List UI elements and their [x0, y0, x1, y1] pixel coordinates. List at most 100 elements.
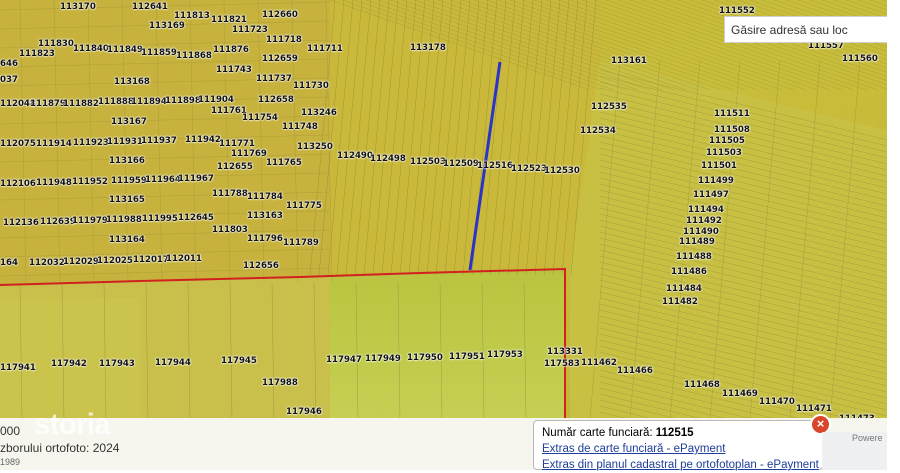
parcel-label[interactable]: 111849: [107, 46, 143, 55]
parcel-label[interactable]: 112017: [133, 256, 169, 265]
parcel-label[interactable]: 111813: [174, 12, 210, 21]
close-icon[interactable]: ×: [812, 416, 829, 433]
parcel-label[interactable]: 112523: [511, 165, 547, 174]
parcel-label[interactable]: 113170: [60, 3, 96, 12]
parcel-label[interactable]: 112509: [443, 160, 479, 169]
parcel-label[interactable]: 111471: [796, 405, 832, 414]
parcel-label[interactable]: 646: [0, 60, 18, 69]
parcel-label[interactable]: 112490: [337, 152, 373, 161]
parcel-label[interactable]: 111882: [63, 100, 99, 109]
parcel-label[interactable]: 111879: [30, 100, 66, 109]
parcel-label[interactable]: 111995: [142, 215, 178, 224]
parcel-label[interactable]: 111923: [73, 139, 109, 148]
parcel-label[interactable]: 111552: [719, 7, 755, 16]
parcel-label[interactable]: 117944: [155, 359, 191, 368]
parcel-label[interactable]: 111754: [242, 114, 278, 123]
parcel-label[interactable]: 112535: [591, 103, 627, 112]
parcel-label[interactable]: 111952: [72, 178, 108, 187]
parcel-label[interactable]: 112530: [544, 167, 580, 176]
parcel-label[interactable]: 111723: [232, 26, 268, 35]
parcel-label[interactable]: 113164: [109, 236, 145, 245]
parcel-label[interactable]: 164: [0, 259, 18, 268]
parcel-label[interactable]: 111499: [698, 177, 734, 186]
parcel-label[interactable]: 111931: [107, 138, 143, 147]
parcel-label[interactable]: 117942: [51, 360, 87, 369]
parcel-label[interactable]: 111711: [307, 45, 343, 54]
parcel-label[interactable]: 112660: [262, 11, 298, 20]
map-canvas[interactable]: 113170 112641 111813 111821 112660 113169 1117…: [0, 0, 887, 418]
parcel-label[interactable]: 111508: [714, 126, 750, 135]
parcel-label[interactable]: 111988: [106, 216, 142, 225]
parcel-label[interactable]: 112656: [243, 262, 279, 271]
parcel-label[interactable]: 112029: [63, 258, 99, 267]
parcel-label[interactable]: 112032: [29, 259, 65, 268]
parcel-label[interactable]: 112025: [97, 257, 133, 266]
parcel-label[interactable]: 111876: [213, 46, 249, 55]
parcel-label[interactable]: 111489: [679, 238, 715, 247]
parcel-label[interactable]: 113165: [109, 196, 145, 205]
parcel-label[interactable]: 112659: [262, 55, 298, 64]
extras-plan-link[interactable]: Extras din planul cadastral pe ortofotop…: [542, 459, 819, 471]
parcel-label[interactable]: 117583: [544, 360, 580, 369]
search-input[interactable]: Găsire adresă sau loc: [724, 16, 887, 43]
parcel-label[interactable]: 112011: [166, 255, 202, 264]
parcel-label[interactable]: 111821: [211, 16, 247, 25]
parcel-label[interactable]: 111775: [286, 202, 322, 211]
parcel-label[interactable]: 117950: [407, 354, 443, 363]
parcel-label[interactable]: 111718: [266, 36, 302, 45]
parcel-label[interactable]: 111840: [73, 45, 109, 54]
parcel-label[interactable]: 111557: [808, 42, 844, 51]
parcel-label[interactable]: 113246: [301, 109, 337, 118]
parcel-label[interactable]: 111730: [293, 82, 329, 91]
parcel-label[interactable]: 111505: [709, 137, 745, 146]
parcel-label[interactable]: 111771: [219, 140, 255, 149]
parcel-label[interactable]: 111484: [666, 285, 702, 294]
parcel-label[interactable]: 112658: [258, 96, 294, 105]
parcel-label[interactable]: 113250: [297, 143, 333, 152]
parcel-label[interactable]: 111765: [266, 159, 302, 168]
parcel-label[interactable]: 111469: [722, 390, 758, 399]
parcel-label[interactable]: 113167: [111, 118, 147, 127]
parcel-label[interactable]: 111748: [282, 123, 318, 132]
parcel-label[interactable]: 111769: [231, 150, 267, 159]
parcel-label[interactable]: 037: [0, 76, 18, 85]
parcel-label[interactable]: 117949: [365, 355, 401, 364]
parcel-label[interactable]: 111501: [701, 162, 737, 171]
parcel-label[interactable]: 111743: [216, 66, 252, 75]
parcel-label[interactable]: 111823: [19, 50, 55, 59]
parcel-label[interactable]: 111894: [131, 98, 167, 107]
parcel-label[interactable]: 111482: [662, 298, 698, 307]
parcel-label[interactable]: 111490: [683, 228, 719, 237]
parcel-label[interactable]: 117953: [487, 351, 523, 360]
parcel-label[interactable]: 112503: [410, 158, 446, 167]
parcel-label[interactable]: 111942: [185, 136, 221, 145]
parcel-label[interactable]: 111560: [842, 55, 878, 64]
extras-carte-link[interactable]: Extras de carte funciară - ePayment: [542, 443, 725, 455]
parcel-label[interactable]: 112498: [370, 155, 406, 164]
parcel-label[interactable]: 111967: [178, 175, 214, 184]
parcel-label[interactable]: 111737: [256, 75, 292, 84]
parcel-label[interactable]: 112534: [580, 127, 616, 136]
parcel-label[interactable]: 112075: [0, 140, 36, 149]
parcel-label[interactable]: 112516: [477, 162, 513, 171]
parcel-label[interactable]: 111803: [212, 226, 248, 235]
parcel-label[interactable]: 113168: [114, 78, 150, 87]
parcel-label[interactable]: 112136: [3, 219, 39, 228]
parcel-label[interactable]: 111868: [176, 52, 212, 61]
parcel-label[interactable]: 113166: [109, 157, 145, 166]
parcel-label[interactable]: 111898: [165, 97, 201, 106]
parcel-label[interactable]: 111470: [759, 398, 795, 407]
parcel-label[interactable]: 111494: [688, 206, 724, 215]
parcel-label[interactable]: 117947: [326, 356, 362, 365]
parcel-label[interactable]: 111784: [247, 193, 283, 202]
parcel-label[interactable]: 111964: [145, 176, 181, 185]
parcel-label[interactable]: 111462: [581, 359, 617, 368]
parcel-label[interactable]: 111497: [693, 191, 729, 200]
parcel-label[interactable]: 111503: [706, 149, 742, 158]
parcel-label[interactable]: 111937: [141, 137, 177, 146]
parcel-label[interactable]: 111488: [676, 253, 712, 262]
parcel-label[interactable]: 112106: [0, 180, 36, 189]
parcel-label[interactable]: 113331: [547, 348, 583, 357]
parcel-label[interactable]: 111904: [198, 96, 234, 105]
parcel-label[interactable]: 117951: [449, 353, 485, 362]
